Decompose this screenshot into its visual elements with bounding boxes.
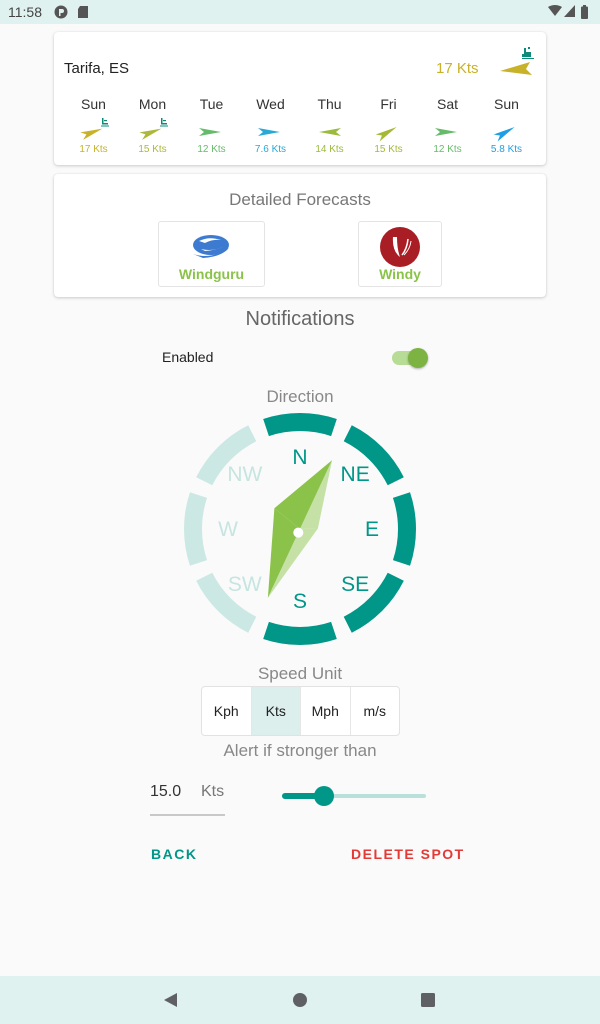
forecast-day-name: Wed — [256, 96, 285, 112]
forecast-day-speed: 17 Kts — [79, 144, 108, 155]
current-wind-arrow-icon — [500, 47, 534, 75]
wind-direction-arrow-icon — [359, 116, 418, 142]
back-button[interactable]: BACK — [151, 846, 197, 862]
forecast-day: Sat 12 Kts — [418, 96, 477, 155]
kitesurfer-icon — [160, 118, 168, 127]
sd-card-icon — [78, 6, 88, 18]
alert-threshold-title: Alert if stronger than — [223, 741, 377, 760]
forecast-day-speed: 15 Kts — [138, 144, 167, 155]
forecast-day: Wed 7.6 Kts — [241, 96, 300, 155]
unit-kph-button[interactable]: Kph — [202, 687, 252, 735]
speed-unit-toggle-group: Kph Kts Mph m/s — [201, 686, 400, 736]
forecast-day: Mon 15 Kts — [123, 96, 182, 155]
wifi-icon — [548, 5, 562, 16]
forecast-day: Sun 5.8 Kts — [477, 96, 536, 155]
direction-segment-n[interactable] — [263, 413, 337, 437]
wind-direction-arrow-icon — [182, 116, 241, 142]
direction-label-se[interactable]: SE — [341, 573, 369, 596]
wind-direction-arrow-icon — [477, 116, 536, 142]
forecast-day-name: Thu — [317, 96, 342, 112]
spot-forecast-card[interactable]: Tarifa, ES 17 Kts Sun 17 Kts Mon 15 Kts Tue 1… — [54, 32, 546, 165]
kitesurfer-icon — [101, 118, 109, 127]
nav-home-icon[interactable] — [292, 992, 308, 1008]
forecast-day: Sun 17 Kts — [64, 96, 123, 155]
windguru-logo-icon — [193, 235, 229, 258]
wind-direction-arrow-icon — [64, 116, 123, 142]
direction-label-nw[interactable]: NW — [227, 463, 262, 486]
direction-title: Direction — [266, 387, 334, 406]
forecast-day-name: Sun — [81, 96, 106, 112]
forecast-day-speed: 14 Kts — [315, 144, 344, 155]
unit-ms-button[interactable]: m/s — [351, 687, 400, 735]
windy-logo-icon — [380, 227, 420, 267]
wind-direction-arrow-icon — [123, 116, 182, 142]
direction-segment-w[interactable] — [184, 492, 208, 566]
direction-label-sw[interactable]: SW — [228, 573, 262, 596]
direction-label-e[interactable]: E — [365, 518, 379, 541]
app-notification-icon — [54, 5, 68, 19]
threshold-value-input[interactable]: 15.0 — [150, 783, 181, 801]
threshold-input-underline — [150, 814, 225, 816]
nav-recents-icon[interactable] — [420, 992, 436, 1008]
toggle-thumb — [408, 348, 428, 368]
status-time: 11:58 — [8, 4, 42, 20]
detailed-forecasts-title: Detailed Forecasts — [229, 190, 371, 209]
forecast-day: Tue 12 Kts — [182, 96, 241, 155]
wind-direction-arrow-icon — [418, 116, 477, 142]
unit-mph-button[interactable]: Mph — [301, 687, 351, 735]
forecast-day-speed: 7.6 Kts — [254, 144, 287, 155]
enabled-label: Enabled — [162, 349, 214, 365]
direction-segment-e[interactable] — [392, 492, 416, 566]
forecast-day-speed: 12 Kts — [197, 144, 226, 155]
nav-back-icon[interactable] — [163, 992, 179, 1008]
slider-thumb[interactable] — [313, 786, 334, 806]
status-bar: 11:58 — [0, 0, 600, 24]
wind-direction-arrow-icon — [300, 116, 359, 142]
direction-segment-s[interactable] — [263, 621, 337, 645]
direction-label-n[interactable]: N — [292, 446, 307, 469]
forecast-day: Fri 15 Kts — [359, 96, 418, 155]
forecast-day-name: Fri — [380, 96, 397, 112]
forecast-day-name: Mon — [138, 96, 167, 112]
unit-kts-button[interactable]: Kts — [251, 687, 301, 735]
forecast-day-name: Sat — [436, 96, 458, 112]
forecast-day-speed: 15 Kts — [374, 144, 403, 155]
windguru-button[interactable]: Windguru — [158, 221, 265, 287]
delete-spot-button[interactable]: DELETE SPOT — [351, 846, 465, 862]
forecast-day: Thu 14 Kts — [300, 96, 359, 155]
forecast-day-name: Tue — [199, 96, 224, 112]
direction-label-w[interactable]: W — [218, 518, 238, 541]
forecast-day-name: Sun — [494, 96, 519, 112]
direction-label-s[interactable]: S — [293, 590, 307, 613]
notifications-enabled-toggle[interactable] — [390, 347, 430, 369]
direction-compass[interactable]: N NE E SE S SW W NW — [184, 413, 416, 645]
spot-name: Tarifa, ES — [64, 60, 130, 77]
forecast-day-speed: 12 Kts — [433, 144, 462, 155]
threshold-slider[interactable] — [280, 784, 430, 808]
kitesurfer-icon — [522, 47, 534, 59]
current-wind-speed: 17 Kts — [436, 60, 479, 77]
signal-icon — [564, 5, 575, 17]
battery-icon — [581, 5, 588, 19]
notifications-title: Notifications — [245, 308, 355, 330]
navigation-bar — [0, 976, 600, 1024]
forecast-day-speed: 5.8 Kts — [490, 144, 523, 155]
speed-unit-title: Speed Unit — [257, 664, 343, 683]
threshold-unit-label: Kts — [201, 783, 225, 800]
windy-button[interactable]: Windy — [358, 221, 442, 287]
direction-label-ne[interactable]: NE — [341, 463, 370, 486]
windguru-label: Windguru — [178, 266, 245, 282]
wind-direction-arrow-icon — [241, 116, 300, 142]
detailed-forecasts-card: Detailed Forecasts Windguru Windy — [54, 174, 546, 297]
windy-label: Windy — [379, 266, 421, 282]
